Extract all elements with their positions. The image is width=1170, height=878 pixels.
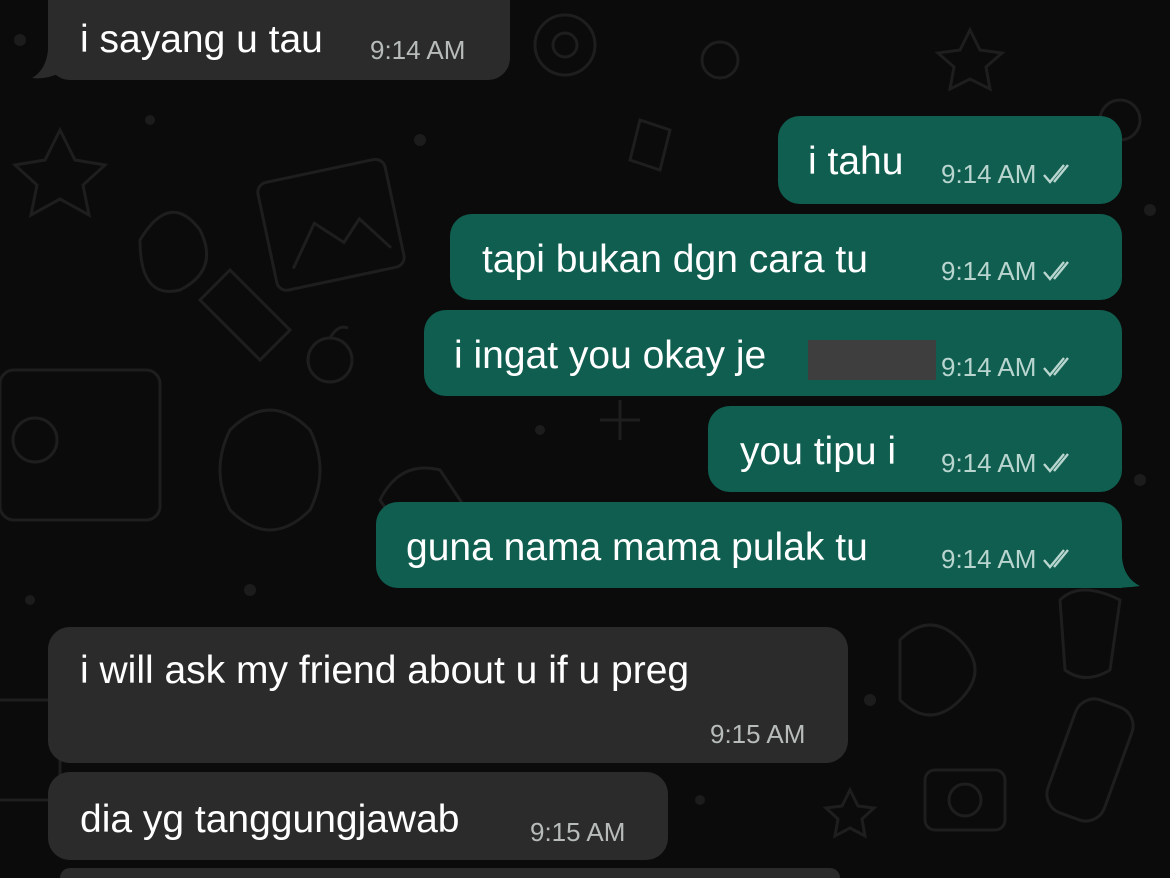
message-bubble-outgoing[interactable]: guna nama mama pulak tu 9:14 AM — [376, 502, 1140, 588]
message-bubble-incoming-partial[interactable] — [60, 868, 840, 878]
message-text: dia yg tanggungjawab — [80, 798, 460, 841]
redaction-block — [808, 340, 936, 380]
double-check-icon — [1043, 549, 1070, 569]
message-bubble-outgoing[interactable]: i tahu 9:14 AM — [778, 116, 1122, 204]
message-bubble-outgoing[interactable]: you tipu i 9:14 AM — [708, 406, 1122, 492]
message-time: 9:14 AM — [941, 258, 1076, 284]
message-text: tapi bukan dgn cara tu — [482, 238, 868, 281]
message-text: i ingat you okay je — [454, 334, 767, 377]
message-bubble-incoming[interactable]: dia yg tanggungjawab 9:15 AM — [48, 772, 668, 860]
message-text: i will ask my friend about u if u preg — [80, 649, 690, 692]
double-check-icon — [1043, 164, 1070, 184]
message-bubble-outgoing[interactable]: i ingat you okay je 9:14 AM — [424, 310, 1122, 396]
double-check-icon — [1043, 357, 1070, 377]
double-check-icon — [1043, 453, 1070, 473]
message-bubble-incoming[interactable]: i sayang u tau 9:14 AM — [32, 0, 510, 80]
message-bubble-incoming[interactable]: i will ask my friend about u if u preg 9… — [48, 627, 848, 763]
message-time: 9:14 AM — [370, 35, 466, 65]
bubble-tail — [32, 50, 62, 79]
double-check-icon — [1043, 261, 1070, 281]
message-text: i tahu — [808, 140, 904, 183]
message-time: 9:14 AM — [941, 450, 1076, 476]
message-text: guna nama mama pulak tu — [406, 526, 868, 569]
message-text: i sayang u tau — [80, 18, 323, 61]
bubble-tail — [1106, 558, 1140, 588]
message-time: 9:14 AM — [941, 546, 1076, 572]
message-time: 9:14 AM — [941, 161, 1076, 187]
message-time: 9:15 AM — [710, 719, 806, 749]
message-bubble-outgoing[interactable]: tapi bukan dgn cara tu 9:14 AM — [450, 214, 1122, 300]
message-time: 9:15 AM — [530, 817, 626, 847]
message-text: you tipu i — [740, 430, 897, 473]
message-time: 9:14 AM — [941, 354, 1076, 380]
